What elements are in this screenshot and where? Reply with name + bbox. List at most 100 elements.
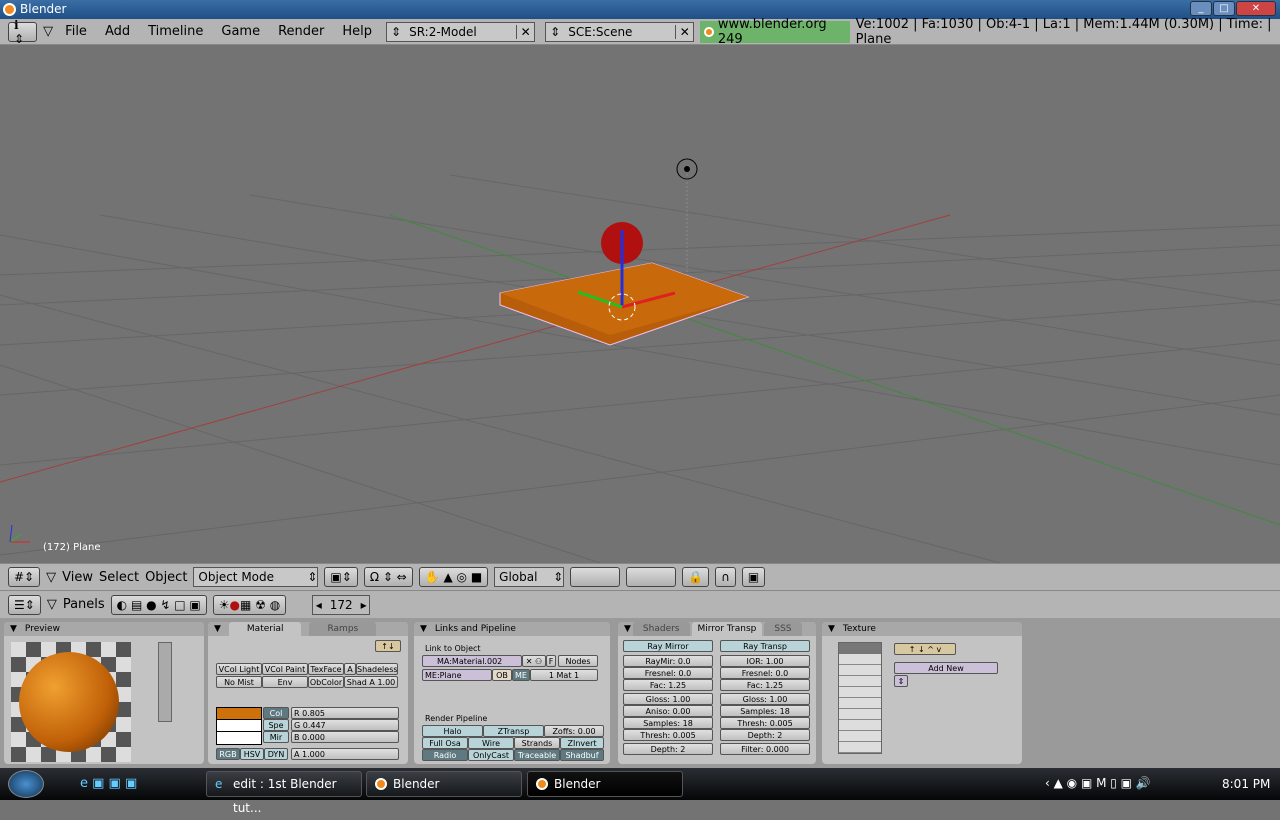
wire-button[interactable]: Wire <box>468 737 514 749</box>
subcontext-buttons[interactable]: ☀ ● ▦ ☢ ◍ <box>212 594 287 615</box>
preview-type-buttons[interactable] <box>158 642 172 722</box>
menu-view[interactable]: View <box>62 570 93 585</box>
right-gloss-control[interactable]: Gloss: 1.00 <box>720 693 810 705</box>
vcol-light-button[interactable]: VCol Light <box>216 663 262 675</box>
g-slider[interactable]: G 0.447 <box>291 719 399 731</box>
mode-dropdown[interactable]: Object Mode ⇕ <box>193 567 319 587</box>
right-filter-control[interactable]: Filter: 0.000 <box>720 743 810 755</box>
obcolor-button[interactable]: ObColor <box>308 676 344 688</box>
editor-type-button[interactable]: ℹ ⇕ <box>8 18 38 46</box>
traceable-button[interactable]: Traceable <box>514 749 560 761</box>
menu-add[interactable]: Add <box>105 24 130 39</box>
task-blender-2[interactable]: Blender <box>527 771 683 797</box>
left-raymir-control[interactable]: RayMir: 0.0 <box>623 655 713 667</box>
ob-button[interactable]: OB <box>492 669 512 681</box>
right-samples-control[interactable]: Samples: 18 <box>720 705 810 717</box>
draw-type-button[interactable]: ▣⇕ <box>324 567 358 587</box>
unlink-material-icon[interactable]: ✕ ⚇ <box>522 655 546 667</box>
r-slider[interactable]: R 0.805 <box>291 707 399 719</box>
menu-help[interactable]: Help <box>342 24 372 39</box>
right-ior-control[interactable]: IOR: 1.00 <box>720 655 810 667</box>
no-mist-button[interactable]: No Mist <box>216 676 262 688</box>
left-ray-mirror-control[interactable]: Ray Mirror <box>623 640 713 652</box>
full-osa-button[interactable]: Full Osa <box>422 737 468 749</box>
close-button[interactable]: ✕ <box>1236 1 1276 16</box>
collapse-icon[interactable]: ▽ <box>47 597 57 612</box>
editor-type-button[interactable]: #⇕ <box>8 567 41 587</box>
orientation-dropdown[interactable]: Global ⇕ <box>494 567 565 587</box>
3d-viewport[interactable]: (172) Plane <box>0 45 1280 563</box>
vcol-paint-button[interactable]: VCol Paint <box>262 663 308 675</box>
b-slider[interactable]: B 0.000 <box>291 731 399 743</box>
shad-a-field[interactable]: Shad A 1.00 <box>344 676 398 688</box>
frame-field[interactable]: ◂ 172 ▸ <box>312 594 371 615</box>
tab-mirror-transp[interactable]: Mirror Transp <box>691 622 763 636</box>
render-icon[interactable]: ▣ <box>741 567 766 587</box>
left-gloss-control[interactable]: Gloss: 1.00 <box>623 693 713 705</box>
strands-button[interactable]: Strands <box>514 737 560 749</box>
delete-screen-icon[interactable]: ✕ <box>516 24 534 39</box>
lock-icon[interactable]: 🔒 <box>682 567 710 587</box>
tray-icons[interactable]: ‹ ▲ ◉ ▣ M ▯ ▣ 🔊 <box>1045 776 1151 790</box>
texture-channel-list[interactable] <box>838 642 882 754</box>
radio-button[interactable]: Radio <box>422 749 468 761</box>
maximize-button[interactable]: □ <box>1213 1 1235 16</box>
mat-index-field[interactable]: 1 Mat 1 <box>530 669 598 681</box>
menu-render[interactable]: Render <box>278 24 324 39</box>
mesh-field[interactable]: ME:Plane <box>422 669 492 681</box>
spe-button[interactable]: Spe <box>263 719 289 731</box>
right-fresnel-control[interactable]: Fresnel: 0.0 <box>720 667 810 679</box>
delete-scene-icon[interactable]: ✕ <box>675 24 693 39</box>
left-fac-control[interactable]: Fac: 1.25 <box>623 679 713 691</box>
zinvert-button[interactable]: ZInvert <box>560 737 604 749</box>
menu-select[interactable]: Select <box>99 570 139 585</box>
env-button[interactable]: Env <box>262 676 308 688</box>
context-buttons[interactable]: ◐ ▤ ● ↯ □ ▣ <box>110 594 207 615</box>
tab-sss[interactable]: SSS <box>764 622 802 636</box>
left-thresh-control[interactable]: Thresh: 0.005 <box>623 729 713 741</box>
shadbuf-button[interactable]: Shadbuf <box>560 749 604 761</box>
snap-icon[interactable]: ∩ <box>715 567 736 587</box>
right-ray-transp-control[interactable]: Ray Transp <box>720 640 810 652</box>
texture-browse-button[interactable]: ⇕ <box>894 675 908 687</box>
right-thresh-control[interactable]: Thresh: 0.005 <box>720 717 810 729</box>
tab-material[interactable]: Material <box>228 622 302 636</box>
layer-buttons-2[interactable] <box>626 567 677 587</box>
layer-buttons[interactable] <box>570 567 621 587</box>
tab-shaders[interactable]: Shaders <box>632 622 690 636</box>
mir-button[interactable]: Mir <box>263 731 289 743</box>
menu-timeline[interactable]: Timeline <box>148 24 203 39</box>
start-button[interactable] <box>8 770 44 798</box>
editor-type-button[interactable]: ☰⇕ <box>8 594 41 615</box>
left-fresnel-control[interactable]: Fresnel: 0.0 <box>623 667 713 679</box>
menu-object[interactable]: Object <box>145 570 187 585</box>
add-new-texture-button[interactable]: Add New <box>894 662 998 674</box>
quick-launch-icons[interactable]: e ▣ ▣ ▣ <box>80 776 137 791</box>
left-aniso-control[interactable]: Aniso: 0.00 <box>623 705 713 717</box>
material-selector[interactable]: MA:Material.002 <box>422 655 522 667</box>
hsv-button[interactable]: HSV <box>240 748 264 760</box>
collapse-icon[interactable]: ▽ <box>46 570 56 585</box>
me-button[interactable]: ME <box>512 669 530 681</box>
ztransp-button[interactable]: ZTransp <box>483 725 544 737</box>
tab-ramps[interactable]: Ramps <box>309 622 377 636</box>
minimize-button[interactable]: _ <box>1190 1 1212 16</box>
left-samples-control[interactable]: Samples: 18 <box>623 717 713 729</box>
zoffs-field[interactable]: Zoffs: 0.00 <box>544 725 604 737</box>
onlycast-button[interactable]: OnlyCast <box>468 749 514 761</box>
scene-selector[interactable]: ⇕ SCE:Scene ✕ <box>545 21 695 42</box>
collapse-icon[interactable]: ▽ <box>43 24 53 39</box>
nodes-button[interactable]: Nodes <box>558 655 598 667</box>
right-fac-control[interactable]: Fac: 1.25 <box>720 679 810 691</box>
rgb-button[interactable]: RGB <box>216 748 240 760</box>
col-button[interactable]: Col <box>263 707 289 719</box>
texface-button[interactable]: TexFace <box>308 663 344 675</box>
right-depth-control[interactable]: Depth: 2 <box>720 729 810 741</box>
dyn-button[interactable]: DYN <box>264 748 288 760</box>
panel-order-buttons[interactable]: ↑↓ <box>375 640 401 652</box>
a-button[interactable]: A <box>344 663 356 675</box>
menu-file[interactable]: File <box>65 24 87 39</box>
fake-user-button[interactable]: F <box>546 655 556 667</box>
manipulator-toggle[interactable]: ✋ ▲ ◎ ■ <box>418 567 489 587</box>
left-depth-control[interactable]: Depth: 2 <box>623 743 713 755</box>
